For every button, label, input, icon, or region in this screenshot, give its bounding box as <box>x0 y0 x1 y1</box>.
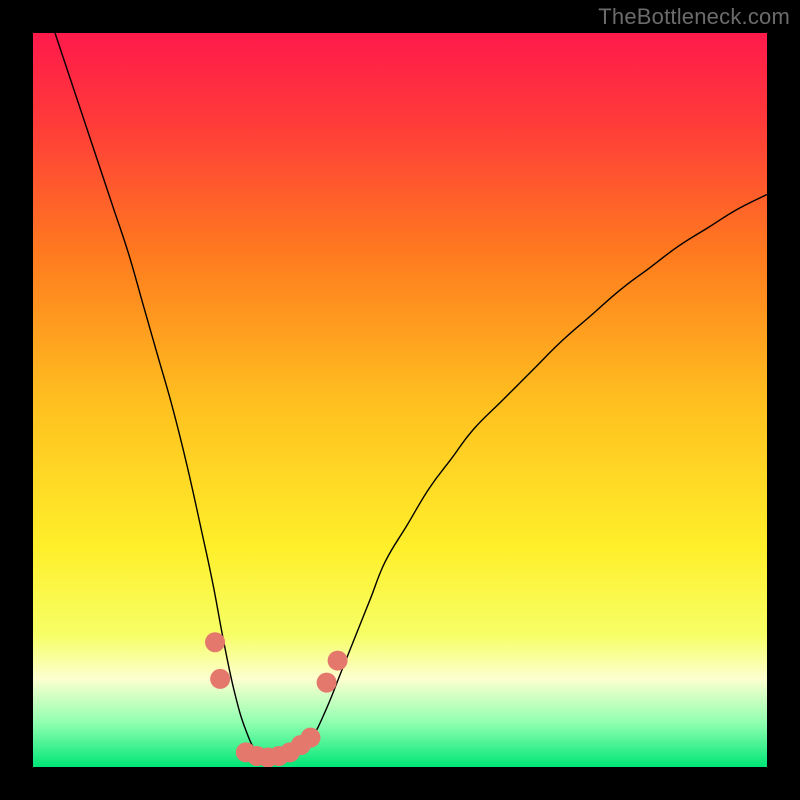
marker-dot <box>300 728 320 748</box>
marker-dot <box>210 669 230 689</box>
gradient-background <box>33 33 767 767</box>
watermark-text: TheBottleneck.com <box>598 4 790 30</box>
chart-frame: TheBottleneck.com <box>0 0 800 800</box>
chart-svg <box>33 33 767 767</box>
marker-dot <box>205 632 225 652</box>
marker-dot <box>317 673 337 693</box>
plot-area <box>33 33 767 767</box>
marker-dot <box>328 651 348 671</box>
